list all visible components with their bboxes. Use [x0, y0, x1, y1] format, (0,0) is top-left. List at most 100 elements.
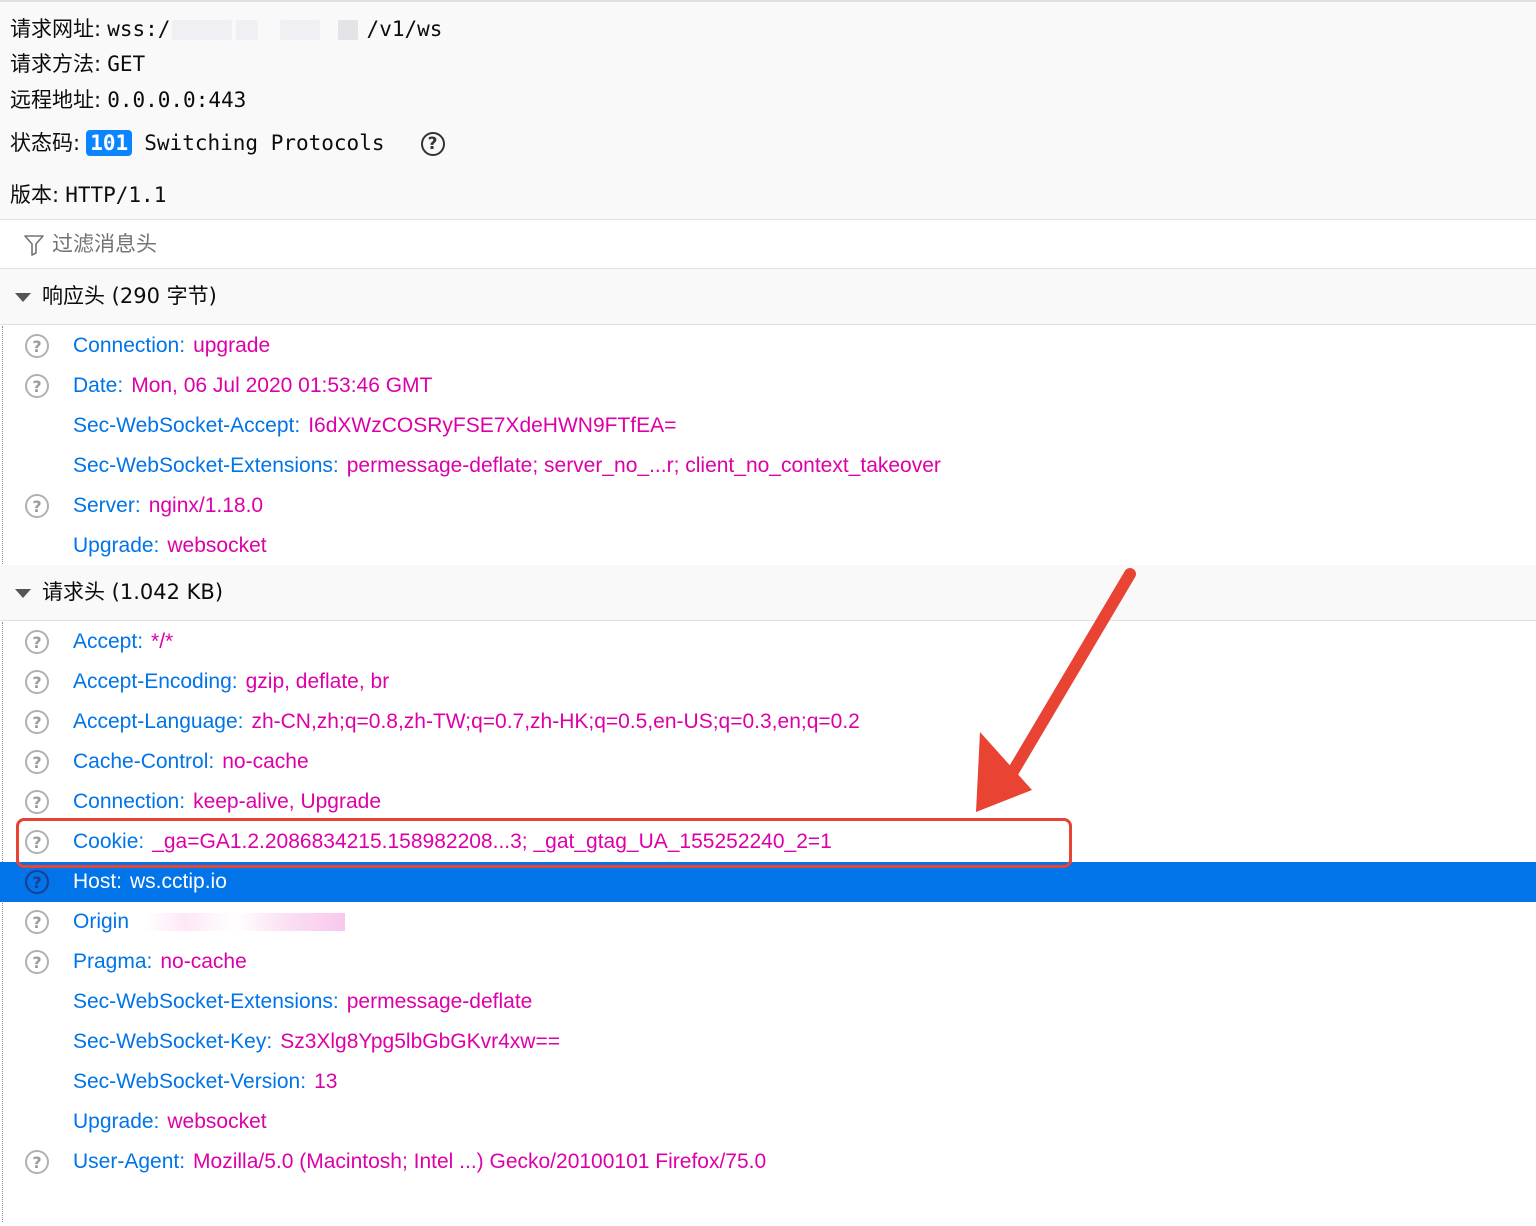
question-circle-icon[interactable]: ?: [25, 870, 49, 894]
filter-headers-input[interactable]: 过滤消息头: [52, 229, 157, 259]
header-row[interactable]: Upgrade: websocket: [0, 1102, 1536, 1142]
filter-icon: [24, 235, 44, 256]
header-text: Accept-Language: zh-CN,zh;q=0.8,zh-TW;q=0…: [73, 707, 860, 737]
remote-address-value: 0.0.0.0:443: [107, 88, 247, 112]
request-summary: 请求网址: wss:/ /v1/ws 请求方法: GET 远程地址: 0.0.0…: [0, 0, 1536, 220]
redacted-block: [338, 20, 359, 41]
header-row[interactable]: Sec-WebSocket-Accept: I6dXWzCOSRyFSE7XdeH…: [0, 406, 1536, 446]
header-text: Connection: keep-alive, Upgrade: [73, 787, 381, 817]
header-name: Origin: [73, 910, 130, 933]
header-name: Sec-WebSocket-Key:: [73, 1030, 273, 1053]
header-name: Pragma:: [73, 950, 153, 973]
redacted-block: [236, 20, 259, 41]
header-row[interactable]: Sec-WebSocket-Extensions: permessage-defl…: [0, 446, 1536, 486]
header-value: upgrade: [193, 334, 271, 357]
header-text: Sec-WebSocket-Version: 13: [73, 1067, 337, 1097]
question-circle-icon[interactable]: ?: [25, 910, 49, 934]
header-value: nginx/1.18.0: [148, 494, 264, 517]
header-value: ws.cctip.io: [130, 870, 227, 893]
question-circle-icon[interactable]: ?: [420, 132, 445, 157]
header-text: Sec-WebSocket-Extensions: permessage-defl…: [73, 451, 941, 481]
header-row[interactable]: ? Pragma: no-cache: [0, 942, 1536, 982]
header-row[interactable]: ? Origin: [0, 902, 1536, 942]
redacted-block: [145, 913, 346, 932]
header-text: Sec-WebSocket-Key: Sz3Xlg8Ypg5lbGbGKvr4xw…: [73, 1027, 560, 1057]
filter-headers-bar[interactable]: 过滤消息头: [0, 221, 1536, 269]
header-row[interactable]: ? Accept-Encoding: gzip, deflate, br: [0, 662, 1536, 702]
header-name: User-Agent:: [73, 1150, 186, 1173]
header-name: Accept:: [73, 630, 144, 653]
header-row[interactable]: ? Connection: keep-alive, Upgrade: [0, 782, 1536, 822]
version-value: HTTP/1.1: [65, 183, 167, 207]
header-row[interactable]: ? User-Agent: Mozilla/5.0 (Macintosh; Inte…: [0, 1142, 1536, 1182]
header-row[interactable]: Sec-WebSocket-Key: Sz3Xlg8Ypg5lbGbGKvr4xw…: [0, 1022, 1536, 1062]
header-row[interactable]: ? Server: nginx/1.18.0: [0, 486, 1536, 526]
request-method-row: 请求方法: GET: [10, 49, 145, 79]
header-value: websocket: [167, 534, 267, 557]
status-badge: 101: [86, 130, 133, 156]
request-method-value: GET: [107, 52, 146, 76]
cookie-highlight-box: [16, 818, 1072, 868]
header-row[interactable]: ? Accept-Language: zh-CN,zh;q=0.8,zh-TW;q=…: [0, 702, 1536, 742]
header-value: Sz3Xlg8Ypg5lbGbGKvr4xw==: [280, 1030, 560, 1053]
header-value: Mozilla/5.0 (Macintosh; Intel ...) Gecko…: [193, 1150, 767, 1173]
question-circle-icon[interactable]: ?: [25, 670, 49, 694]
header-row[interactable]: Sec-WebSocket-Version: 13: [0, 1062, 1536, 1102]
triangle-down-icon: [15, 293, 31, 302]
question-circle-icon[interactable]: ?: [25, 494, 49, 518]
question-circle-icon[interactable]: ?: [25, 630, 49, 654]
question-circle-icon[interactable]: ?: [25, 374, 49, 398]
header-value: */*: [151, 630, 174, 653]
response-headers-title: 响应头 (290 字节): [42, 284, 217, 308]
header-name: Sec-WebSocket-Extensions:: [73, 990, 339, 1013]
header-text: Cache-Control: no-cache: [73, 747, 309, 777]
question-circle-icon[interactable]: ?: [25, 790, 49, 814]
header-text: Date: Mon, 06 Jul 2020 01:53:46 GMT: [73, 371, 432, 401]
header-text: Upgrade: websocket: [73, 531, 267, 561]
request-headers-section-toggle[interactable]: 请求头 (1.042 KB): [0, 565, 1536, 621]
header-name: Server:: [73, 494, 141, 517]
redacted-block: [172, 20, 233, 41]
question-circle-icon[interactable]: ?: [25, 710, 49, 734]
header-text: Upgrade: websocket: [73, 1107, 267, 1137]
question-circle-icon[interactable]: ?: [25, 1150, 49, 1174]
header-name: Host:: [73, 870, 123, 893]
version-label: 版本:: [10, 183, 60, 207]
header-row[interactable]: ? Accept: */*: [0, 622, 1536, 662]
question-circle-icon[interactable]: ?: [25, 950, 49, 974]
request-method-label: 请求方法:: [10, 52, 102, 76]
header-name: Sec-WebSocket-Accept:: [73, 414, 301, 437]
question-circle-icon[interactable]: ?: [25, 750, 49, 774]
response-headers-section-toggle[interactable]: 响应头 (290 字节): [0, 269, 1536, 325]
header-value: permessage-deflate; server_no_...r; clie…: [346, 454, 941, 477]
header-value: gzip, deflate, br: [245, 670, 390, 693]
header-text: Sec-WebSocket-Extensions: permessage-defl…: [73, 987, 532, 1017]
header-name: Accept-Encoding:: [73, 670, 238, 693]
header-name: Date:: [73, 374, 124, 397]
header-value: zh-CN,zh;q=0.8,zh-TW;q=0.7,zh-HK;q=0.5,e…: [251, 710, 860, 733]
header-row[interactable]: ? Connection: upgrade: [0, 326, 1536, 366]
header-name: Upgrade:: [73, 1110, 160, 1133]
header-text: Accept: */*: [73, 627, 173, 657]
status-text: Switching Protocols: [144, 131, 385, 155]
header-row[interactable]: ? Host: ws.cctip.io: [0, 862, 1536, 902]
header-name: Connection:: [73, 790, 186, 813]
remote-address-row: 远程地址: 0.0.0.0:443: [10, 85, 246, 115]
header-text: User-Agent: Mozilla/5.0 (Macintosh; Intel…: [73, 1147, 766, 1177]
status-label: 状态码:: [10, 131, 81, 155]
header-name: Sec-WebSocket-Extensions:: [73, 454, 339, 477]
request-url-suffix: /v1/ws: [366, 17, 443, 41]
header-name: Connection:: [73, 334, 186, 357]
header-row[interactable]: Upgrade: websocket: [0, 526, 1536, 566]
header-value: Mon, 06 Jul 2020 01:53:46 GMT: [131, 374, 433, 397]
header-text: Sec-WebSocket-Accept: I6dXWzCOSRyFSE7XdeH…: [73, 411, 676, 441]
header-row[interactable]: ? Cache-Control: no-cache: [0, 742, 1536, 782]
status-row: 状态码: 101 Switching Protocols ?: [10, 128, 445, 158]
redacted-block: [280, 20, 321, 41]
header-row[interactable]: Sec-WebSocket-Extensions: permessage-defl…: [0, 982, 1536, 1022]
request-headers-title: 请求头 (1.042 KB): [42, 580, 224, 604]
question-circle-icon[interactable]: ?: [25, 334, 49, 358]
header-row[interactable]: ? Date: Mon, 06 Jul 2020 01:53:46 GMT: [0, 366, 1536, 406]
header-text: Connection: upgrade: [73, 331, 270, 361]
header-text: Origin: [73, 907, 346, 937]
